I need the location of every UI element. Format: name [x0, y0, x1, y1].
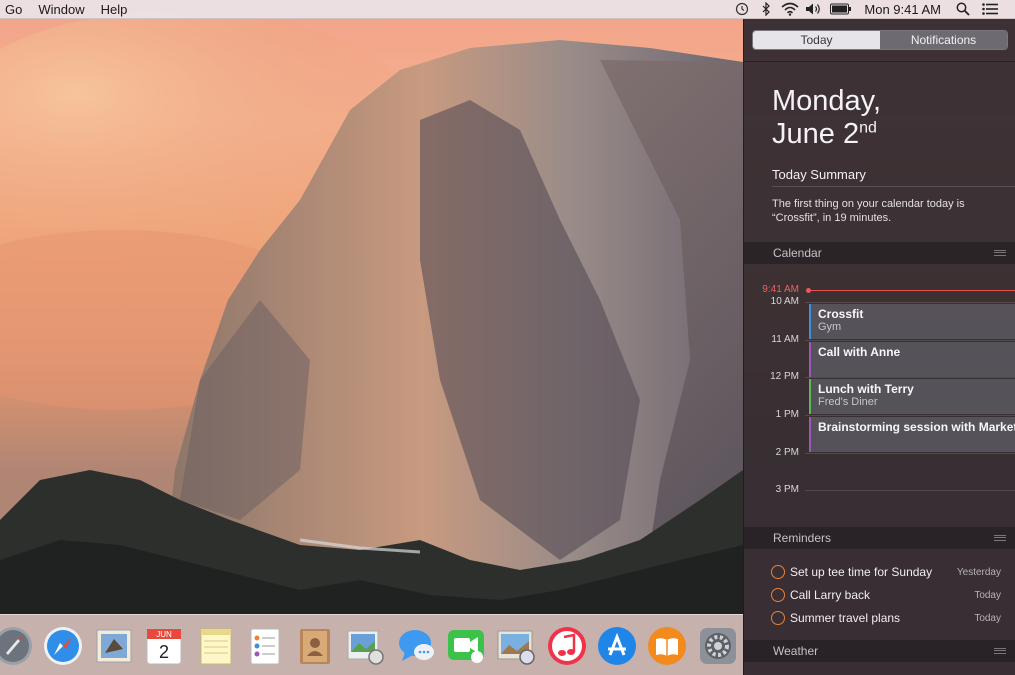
reminder-checkbox[interactable]: [771, 611, 785, 625]
event-title: Brainstorming session with Marketing: [818, 420, 1015, 434]
notification-center: Today Notifications Monday, June 2nd Tod…: [743, 19, 1015, 675]
hour-label: 2 PM: [775, 447, 799, 458]
calendar-event-crossfit[interactable]: Crossfit Gym: [809, 304, 1015, 339]
hour-line: [805, 302, 1015, 303]
weather-header-label: Weather: [773, 644, 819, 658]
calendar-widget: 9:41 AM 10 AM 11 AM 12 PM 1 PM 2 PM 3 PM…: [744, 263, 1015, 525]
safari-icon[interactable]: [42, 625, 84, 667]
date-ordinal-suffix: nd: [859, 119, 877, 137]
reminder-item[interactable]: Call Larry back Today: [771, 586, 1001, 604]
menu-window[interactable]: Window: [30, 2, 92, 17]
menu-bar-menus: Go Window Help: [0, 2, 135, 17]
hour-line: [805, 377, 1015, 378]
wifi-icon[interactable]: [778, 0, 802, 19]
today-summary-title: Today Summary: [772, 167, 866, 182]
menu-bar-clock[interactable]: Mon 9:41 AM: [856, 2, 951, 17]
reminders-section-header[interactable]: Reminders: [744, 527, 1015, 549]
calendar-header-label: Calendar: [773, 246, 822, 260]
menu-bar-status: Mon 9:41 AM: [730, 0, 1015, 19]
hour-line: [805, 415, 1015, 416]
tab-today[interactable]: Today: [753, 31, 880, 49]
hour-label: 3 PM: [775, 484, 799, 495]
calendar-event-brainstorming[interactable]: Brainstorming session with Marketing: [809, 417, 1015, 452]
messages-icon[interactable]: [395, 625, 437, 667]
reminder-item[interactable]: Summer travel plans Today: [771, 609, 1001, 627]
reminder-date: Yesterday: [956, 566, 1001, 578]
calendar-icon-month: JUN: [156, 630, 172, 639]
summary-divider: [772, 186, 1015, 187]
volume-icon[interactable]: [802, 0, 826, 19]
time-machine-icon[interactable]: [730, 0, 754, 19]
reminder-date: Today: [974, 612, 1001, 624]
calendar-icon[interactable]: JUN 2: [143, 625, 185, 667]
event-title: Call with Anne: [818, 345, 901, 359]
nc-header-divider: [744, 61, 1015, 62]
battery-icon[interactable]: [826, 0, 856, 19]
hour-line: [805, 453, 1015, 454]
event-title: Lunch with Terry: [818, 382, 914, 396]
facetime-icon[interactable]: [445, 625, 487, 667]
reminder-checkbox[interactable]: [771, 565, 785, 579]
menu-bar: Go Window Help Mon 9:41 AM: [0, 0, 1015, 19]
mail-icon[interactable]: [93, 625, 135, 667]
drag-handle-icon[interactable]: [994, 250, 1006, 256]
calendar-event-lunch-with-terry[interactable]: Lunch with Terry Fred's Diner: [809, 379, 1015, 414]
iphoto-icon[interactable]: [495, 625, 537, 667]
reminder-text: Set up tee time for Sunday: [790, 565, 933, 579]
reminder-item[interactable]: Set up tee time for Sunday Yesterday: [771, 563, 1001, 581]
hour-label: 11 AM: [771, 334, 799, 345]
event-title: Crossfit: [818, 307, 864, 321]
tab-notifications[interactable]: Notifications: [880, 31, 1007, 49]
contacts-icon[interactable]: [294, 625, 336, 667]
drag-handle-icon[interactable]: [994, 535, 1006, 541]
weather-section-header[interactable]: Weather: [744, 640, 1015, 662]
reminder-checkbox[interactable]: [771, 588, 785, 602]
bluetooth-icon[interactable]: [754, 0, 778, 19]
calendar-icon-day: 2: [159, 642, 169, 662]
reminders-header-label: Reminders: [773, 531, 832, 545]
notification-center-icon[interactable]: [975, 0, 1005, 19]
reminders-icon[interactable]: [244, 625, 286, 667]
hour-label: 12 PM: [770, 371, 799, 382]
reminder-text: Summer travel plans: [790, 611, 901, 625]
menu-help[interactable]: Help: [93, 2, 136, 17]
menu-go[interactable]: Go: [0, 2, 30, 17]
reminder-text: Call Larry back: [790, 588, 871, 602]
drag-handle-icon[interactable]: [994, 648, 1006, 654]
dock: JUN 2: [0, 614, 743, 675]
current-time-label: 9:41 AM: [762, 284, 799, 295]
reminder-date: Today: [974, 589, 1001, 601]
launchpad-icon[interactable]: [0, 625, 34, 667]
spotlight-icon[interactable]: [951, 0, 975, 19]
date-month-day: June 2nd: [772, 118, 877, 150]
ibooks-icon[interactable]: [646, 625, 688, 667]
today-date: Monday, June 2nd: [772, 85, 881, 151]
current-time-line: [807, 290, 1015, 291]
app-store-icon[interactable]: [596, 625, 638, 667]
nc-segmented-control: Today Notifications: [752, 30, 1008, 50]
hour-line: [805, 490, 1015, 491]
date-weekday: Monday,: [772, 85, 882, 117]
calendar-event-call-with-anne[interactable]: Call with Anne: [809, 342, 1015, 377]
itunes-icon[interactable]: [546, 625, 588, 667]
hour-line: [805, 340, 1015, 341]
today-summary-text: The first thing on your calendar today i…: [772, 198, 965, 224]
notes-icon[interactable]: [194, 625, 236, 667]
hour-label: 10 AM: [770, 296, 799, 307]
hour-label: 1 PM: [775, 409, 799, 420]
system-preferences-icon[interactable]: [697, 625, 739, 667]
preview-icon[interactable]: [344, 625, 386, 667]
calendar-section-header[interactable]: Calendar: [744, 242, 1015, 264]
event-location: Gym: [818, 321, 842, 333]
event-location: Fred's Diner: [818, 396, 878, 408]
